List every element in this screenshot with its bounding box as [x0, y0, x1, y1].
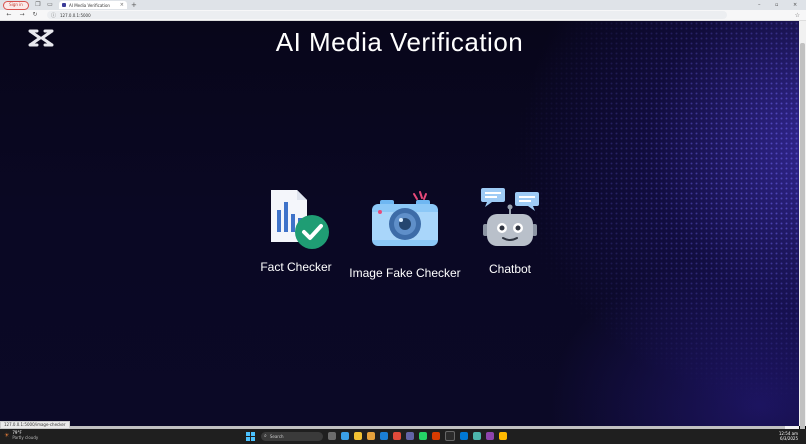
address-toolbar: ← → ↻ ⓘ 127.0.0.1:5000 ☆	[0, 10, 806, 21]
back-icon[interactable]: ←	[5, 12, 13, 18]
forward-icon[interactable]: →	[18, 12, 26, 18]
fact-checker-label[interactable]: Fact Checker	[256, 260, 336, 274]
weather-condition: Partly cloudy	[12, 435, 39, 440]
vertical-scrollbar[interactable]	[799, 21, 806, 433]
new-tab-icon[interactable]: +	[131, 1, 137, 9]
app-icon-2[interactable]	[486, 432, 494, 440]
clock-date: 6/3/2025	[780, 436, 798, 441]
app-icon[interactable]	[473, 432, 481, 440]
chatbot-card[interactable]: Chatbot	[476, 186, 544, 276]
store-icon[interactable]	[380, 432, 388, 440]
reload-icon[interactable]: ↻	[31, 12, 39, 18]
capcut-app-icon[interactable]	[445, 431, 455, 441]
url-text[interactable]: 127.0.0.1:5000	[60, 13, 91, 18]
system-tray-clock[interactable]: 12:54 am 6/3/2025	[779, 431, 798, 441]
teams-icon[interactable]	[406, 432, 414, 440]
tab-favicon-icon	[62, 3, 66, 7]
address-bar[interactable]: ⓘ 127.0.0.1:5000	[47, 11, 727, 19]
office-icon[interactable]	[393, 432, 401, 440]
tab-title: AI Media Verification	[69, 2, 110, 8]
feature-menu: Fact Checker Image Fake Checker Chatbot	[0, 186, 799, 306]
minimize-icon[interactable]: –	[758, 1, 761, 9]
chrome-icon[interactable]	[367, 432, 375, 440]
profile-button[interactable]: Sign in	[3, 0, 29, 10]
taskbar-search[interactable]: ⌕ Search	[261, 431, 323, 441]
page-viewport: AI Media Verification Fact Checker Image…	[0, 21, 799, 426]
site-info-icon[interactable]: ⓘ	[51, 12, 56, 19]
chatbot-label[interactable]: Chatbot	[476, 262, 544, 276]
link-status-bubble: 127.0.0.1:5000/image-checker	[0, 421, 70, 429]
fact-checker-card[interactable]: Fact Checker	[256, 188, 336, 274]
whatsapp-icon[interactable]	[419, 432, 427, 440]
windows-taskbar: ☀ 79°F Partly cloudy ⌕ Search 12:54 am 6…	[0, 429, 806, 444]
powerpoint-icon[interactable]	[432, 432, 440, 440]
file-explorer-icon[interactable]	[354, 432, 362, 440]
image-fake-checker-label[interactable]: Image Fake Checker	[340, 266, 470, 280]
page-title: AI Media Verification	[275, 27, 524, 57]
vscode-icon[interactable]	[460, 432, 468, 440]
tab-actions-icon[interactable]: ▭	[47, 2, 53, 8]
tab-ai-media-verification[interactable]: AI Media Verification ×	[59, 1, 127, 9]
workspaces-icon[interactable]: ❐	[35, 2, 41, 8]
weather-sun-icon: ☀	[4, 431, 10, 439]
vertical-scrollbar-thumb[interactable]	[800, 43, 805, 433]
edge-icon[interactable]	[341, 432, 349, 440]
task-view-icon[interactable]	[328, 432, 336, 440]
browser-tab-bar: Sign in ❐ ▭ AI Media Verification × + – …	[0, 0, 806, 10]
document-check-icon	[271, 190, 329, 249]
image-fake-checker-card[interactable]: Image Fake Checker	[340, 190, 470, 280]
camera-icon	[372, 191, 438, 246]
taskbar-apps: ⌕ Search	[246, 431, 507, 441]
favorite-star-icon[interactable]: ☆	[795, 12, 800, 19]
close-window-icon[interactable]: ×	[793, 1, 797, 9]
search-icon: ⌕	[264, 433, 267, 439]
close-tab-icon[interactable]: ×	[120, 2, 124, 8]
weather-widget[interactable]: ☀ 79°F Partly cloudy	[4, 430, 38, 440]
windows-start-icon[interactable]	[246, 431, 255, 441]
robot-icon	[481, 188, 539, 246]
maximize-icon[interactable]: ▫	[775, 1, 778, 9]
app-icon-3[interactable]	[499, 432, 507, 440]
taskbar-search-placeholder: Search	[269, 433, 284, 439]
